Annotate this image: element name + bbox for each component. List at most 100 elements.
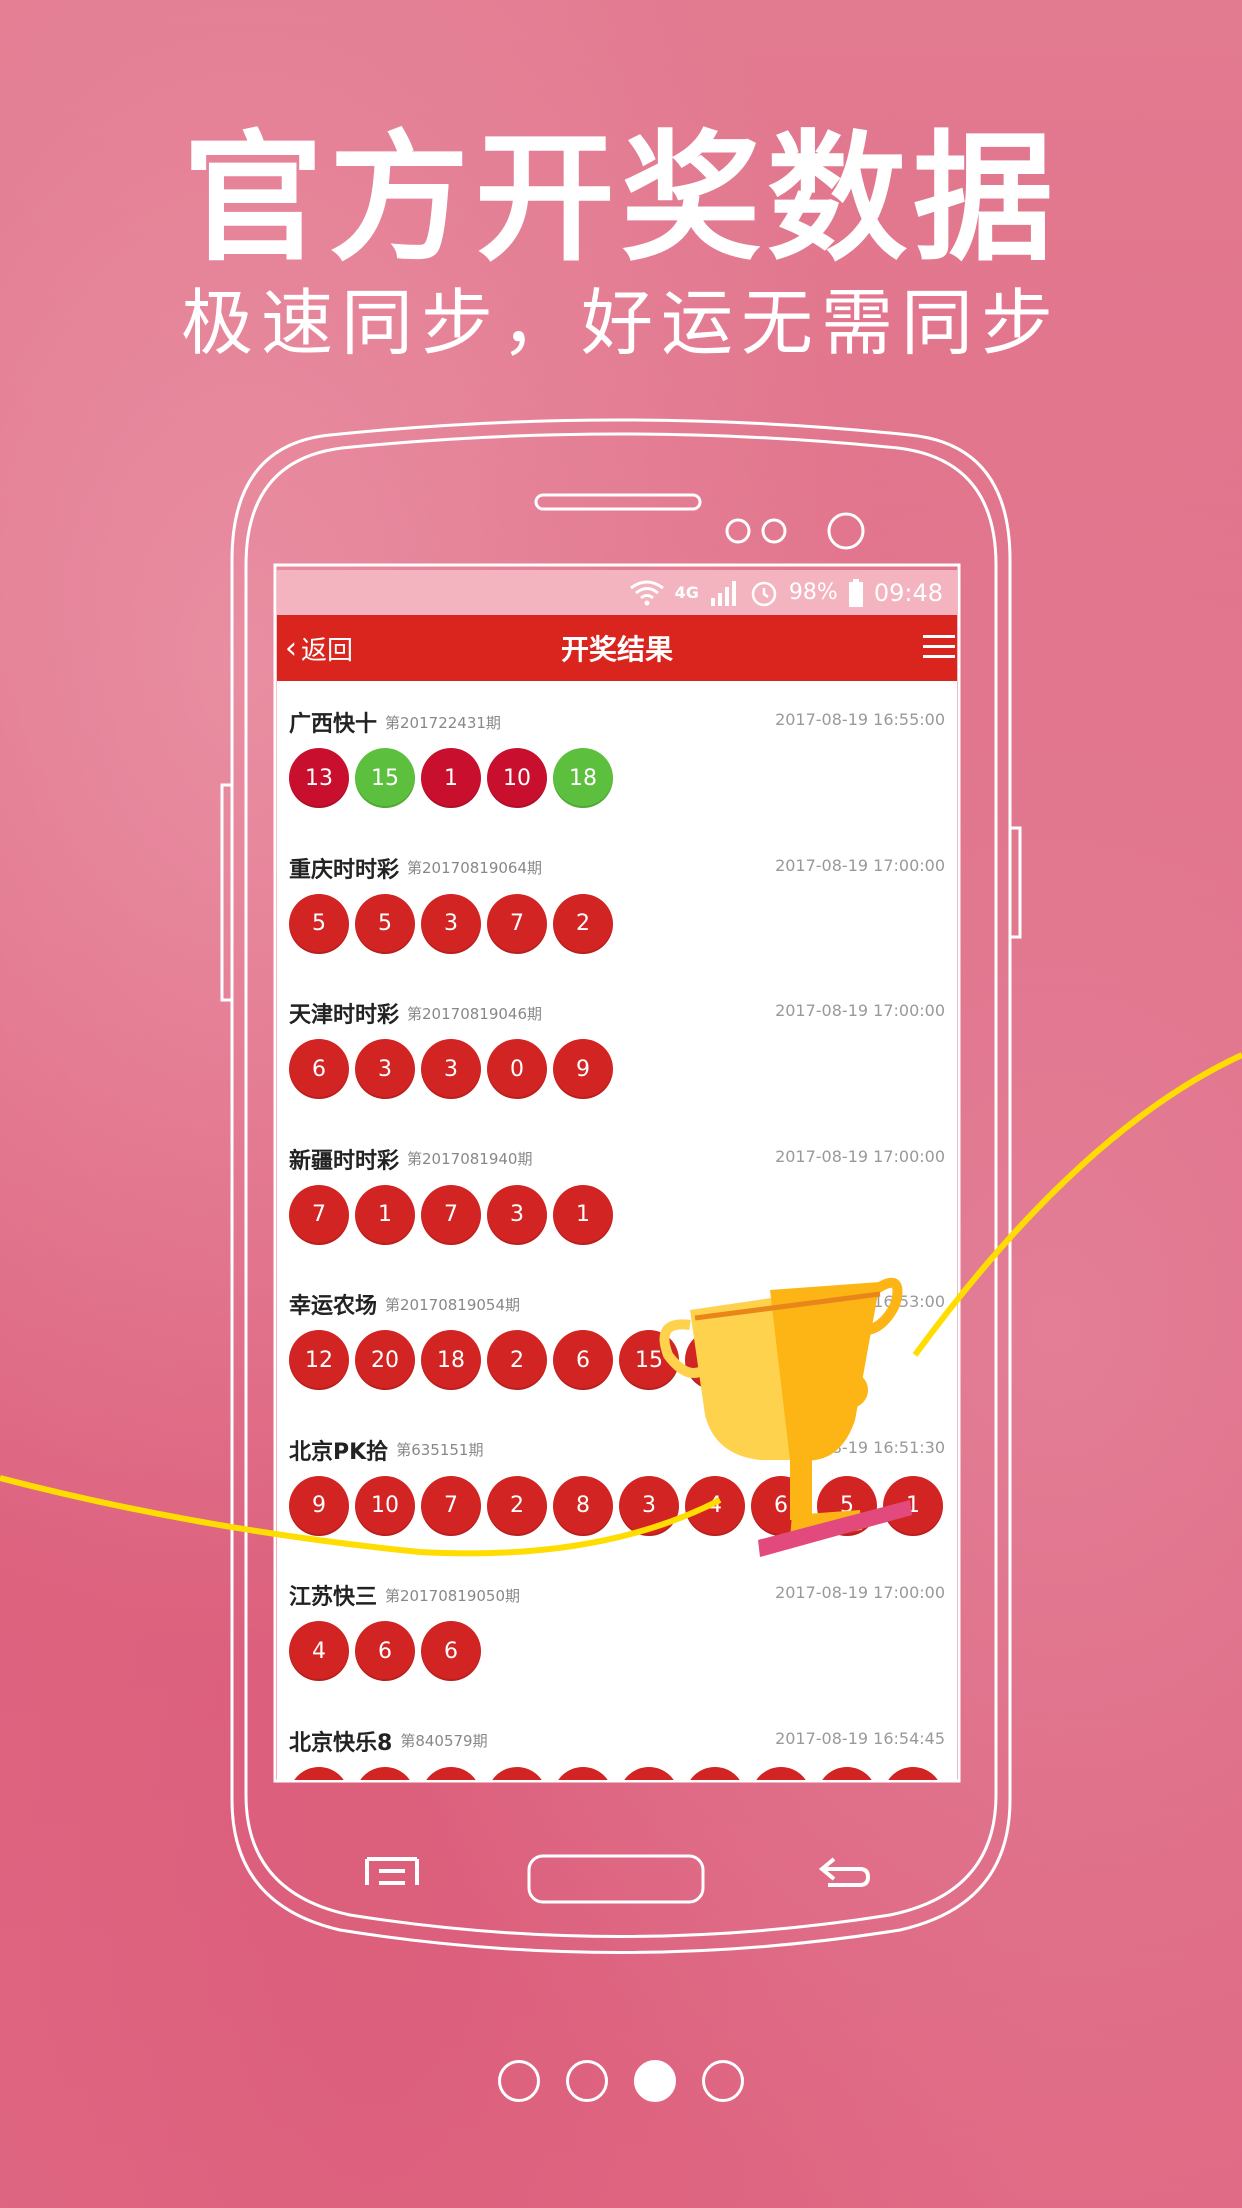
number-ball [355,1766,415,1780]
result-item[interactable]: 天津时时彩 第20170819046期 2017-08-19 17:00:00 6 3 3… [287,972,947,1118]
pager-dot[interactable] [634,2060,676,2102]
number-ball [289,1766,349,1780]
status-bar: 4G 98% 09:48 [277,570,957,615]
network-type: 4G [674,583,699,602]
wifi-icon [629,580,664,605]
number-ball: 9 [553,1039,613,1099]
ball-row: 466 [289,1621,481,1681]
pager-dot[interactable] [498,2060,540,2102]
number-ball: 10 [487,748,547,808]
lottery-name: 江苏快三 [289,1585,378,1610]
number-ball: 8 [553,1475,613,1536]
result-header: 江苏快三 第20170819050期 2017-08-19 17:00:00 [289,1579,947,1610]
number-ball: 2 [553,893,613,954]
number-ball: 18 [421,1330,481,1390]
result-item[interactable]: 北京PK拾 第635151期 2017-08-19 16:51:30 9 10 7 2 8 3 4… [287,1409,947,1555]
number-ball: 15 [619,1330,679,1390]
period-number: 第20170819054期 [385,1295,520,1314]
result-item[interactable]: 广西快十 第201722431期 2017-08-19 16:55:00 13 15 1 1… [287,681,947,827]
app-bar: ‹ 返回 开奖结果 [277,615,957,681]
number-ball: 1 [421,748,481,808]
number-ball: 4 [685,1475,745,1536]
number-ball: 7 [421,1475,481,1536]
result-item[interactable]: 幸运农场 第20170819054期 2017-08-19 16:53:00 12 20… [287,1263,947,1409]
ball-row: 13 15 1 10 18 [289,748,613,808]
period-number: 第2017081940期 [407,1150,533,1168]
signal-icon [710,580,736,606]
period-number: 第20170819050期 [385,1586,520,1605]
result-header: 北京PK拾 第635151期 2017-08-19 16:51:30 [289,1434,947,1465]
number-ball [817,1766,877,1780]
number-ball: 2 [487,1475,547,1536]
number-ball [883,1766,943,1780]
draw-time: 2017-08-19 16:55:00 [775,710,945,729]
ball-row: 63309 [289,1039,613,1099]
number-ball: 2 [487,1330,547,1390]
page-title: 开奖结果 [560,633,673,666]
result-item[interactable]: 新疆时时彩 第2017081940期 2017-08-19 17:00:00 7 1 7 3… [287,1118,947,1264]
result-header: 北京快乐8 第840579期 2017-08-19 16:54:45 [289,1725,947,1756]
number-ball: 5 [355,893,415,954]
ball-row: 12 20 18 2 6 15 7 [289,1330,745,1390]
result-item[interactable]: 重庆时时彩 第20170819064期 2017-08-19 17:00:00 5 5 3… [287,827,947,973]
number-ball [553,1766,613,1780]
number-ball [487,1766,547,1780]
result-item[interactable]: 江苏快三 第20170819050期 2017-08-19 17:00:00 4 6 6 [287,1554,947,1700]
number-ball: 15 [355,748,415,808]
number-ball: 13 [289,748,349,808]
draw-time: 2017-08-19 16:54:45 [775,1728,945,1748]
pager-dot[interactable] [702,2060,744,2102]
battery-level: 98% [788,580,838,605]
result-header: 重庆时时彩 第20170819064期 2017-08-19 17:00:00 [289,852,947,883]
number-ball: 7 [685,1330,745,1390]
ball-row [289,1766,943,1780]
promo-headline: 官方开奖数据 [182,118,1059,281]
period-number: 第20170819064期 [407,859,542,877]
phone-menu-key-icon[interactable] [365,1855,419,1889]
number-ball: 4 [289,1621,349,1681]
back-button[interactable]: ‹ 返回 [285,615,353,681]
draw-time: 2017-08-19 16:51:30 [775,1437,945,1457]
lottery-name: 天津时时彩 [289,1003,400,1028]
result-header: 新疆时时彩 第2017081940期 2017-08-19 17:00:00 [289,1143,947,1174]
phone-screen: 4G 98% 09:48 ‹ 返回 开奖结果 广西快十 第201722431期 20… [277,570,957,1780]
number-ball: 6 [355,1621,415,1681]
result-header: 广西快十 第201722431期 2017-08-19 16:55:00 [289,706,947,737]
chevron-left-icon: ‹ [285,630,297,666]
draw-time: 2017-08-19 17:00:00 [775,855,945,875]
number-ball: 3 [355,1039,415,1099]
number-ball [421,1766,481,1780]
draw-time: 2017-08-19 17:00:00 [775,1583,945,1602]
number-ball: 9 [289,1475,349,1536]
period-number: 第840579期 [400,1732,488,1750]
number-ball [751,1766,811,1780]
draw-time: 2017-08-19 17:00:00 [775,1146,945,1166]
draw-time: 2017-08-19 16:53:00 [775,1292,945,1311]
lottery-name: 北京PK拾 [289,1439,389,1465]
number-ball: 1 [883,1475,943,1536]
lottery-name: 广西快十 [289,712,378,737]
period-number: 第20170819046期 [407,1004,542,1023]
number-ball: 6 [289,1039,349,1099]
promo-subline: 极速同步，好运无需同步 [180,281,1061,365]
result-list: 广西快十 第201722431期 2017-08-19 16:55:00 13 15 1 1… [277,681,957,1780]
number-ball: 1 [355,1184,415,1245]
page-indicator [0,2060,1242,2102]
number-ball: 12 [289,1330,349,1390]
number-ball: 10 [355,1475,415,1536]
phone-back-key-icon[interactable] [818,1855,872,1889]
result-header: 幸运农场 第20170819054期 2017-08-19 16:53:00 [289,1288,947,1319]
lottery-name: 北京快乐8 [289,1730,393,1756]
result-header: 天津时时彩 第20170819046期 2017-08-19 17:00:00 [289,997,947,1028]
number-ball: 6 [553,1330,613,1390]
lottery-name: 幸运农场 [289,1294,378,1319]
number-ball [619,1766,679,1780]
period-number: 第635151期 [396,1441,484,1459]
number-ball: 3 [421,893,481,954]
number-ball [685,1766,745,1780]
ball-row: 9 10 7 2 8 3 4 6 5 1 [289,1475,943,1536]
pager-dot[interactable] [566,2060,608,2102]
result-item[interactable]: 北京快乐8 第840579期 2017-08-19 16:54:45 [287,1700,947,1780]
lottery-name: 新疆时时彩 [289,1148,400,1174]
menu-icon[interactable] [923,635,955,661]
